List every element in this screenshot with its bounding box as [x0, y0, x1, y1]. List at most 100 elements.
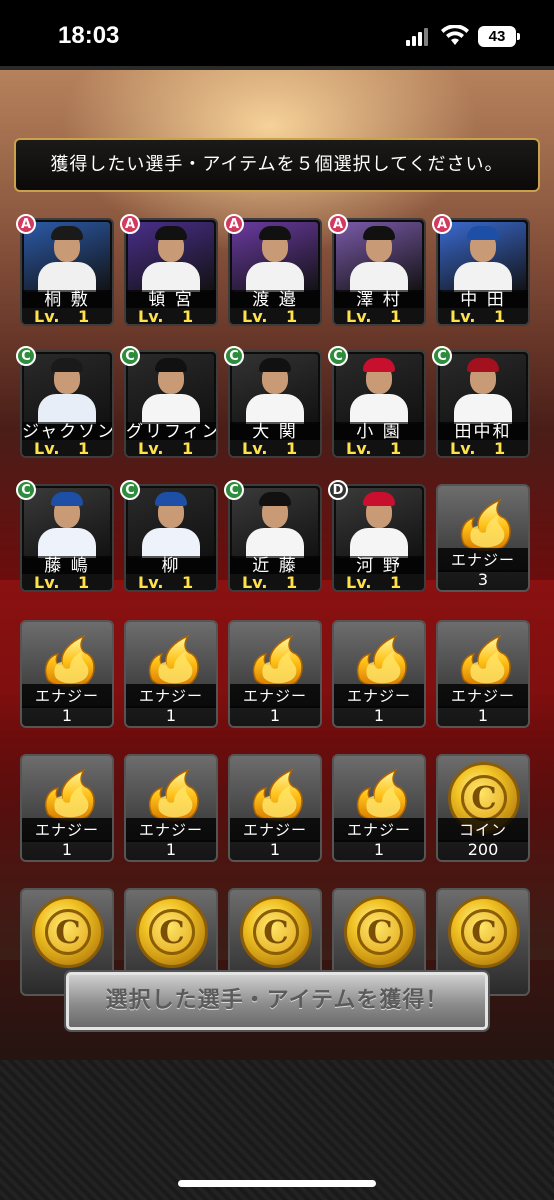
player-card[interactable]: 近 藤 Lv. 1 — [228, 484, 322, 592]
player-level: Lv. 1 — [438, 308, 528, 324]
player-photo — [24, 354, 110, 424]
signal-icon — [406, 28, 432, 46]
energy-item-card[interactable]: エナジー 1 — [20, 754, 114, 862]
player-level: Lv. 1 — [22, 574, 112, 590]
energy-flame-icon — [252, 634, 303, 687]
energy-item-card[interactable]: エナジー 1 — [124, 620, 218, 728]
item-label: エナジー — [126, 684, 216, 708]
wifi-icon — [441, 25, 469, 45]
item-quantity: 1 — [126, 840, 216, 860]
player-level: Lv. 1 — [230, 308, 320, 324]
rank-badge: A — [120, 214, 140, 234]
rank-badge: C — [120, 346, 140, 366]
energy-flame-icon — [148, 768, 199, 821]
player-photo — [128, 222, 214, 292]
player-card[interactable]: 桐 敷 Lv. 1 — [20, 218, 114, 326]
energy-item-card[interactable]: エナジー 1 — [436, 620, 530, 728]
rank-badge: C — [16, 346, 36, 366]
item-quantity: 1 — [334, 706, 424, 726]
coin-icon: C — [32, 896, 104, 968]
energy-flame-icon — [44, 634, 95, 687]
item-label: エナジー — [334, 684, 424, 708]
coin-icon: C — [240, 896, 312, 968]
item-quantity: 1 — [334, 840, 424, 860]
item-label: エナジー — [230, 818, 320, 842]
player-photo — [440, 354, 526, 424]
status-bar: 18:03 43 — [0, 0, 554, 66]
player-card[interactable]: 藤 嶋 Lv. 1 — [20, 484, 114, 592]
player-level: Lv. 1 — [438, 440, 528, 456]
energy-item-card[interactable]: エナジー 1 — [20, 620, 114, 728]
coin-icon: C — [344, 896, 416, 968]
player-level: Lv. 1 — [334, 574, 424, 590]
player-photo — [232, 354, 318, 424]
rank-badge: C — [328, 346, 348, 366]
home-indicator[interactable] — [178, 1180, 376, 1187]
energy-flame-icon — [356, 634, 407, 687]
player-level: Lv. 1 — [334, 440, 424, 456]
player-photo — [24, 222, 110, 292]
energy-item-card[interactable]: エナジー 3 — [436, 484, 530, 592]
player-card[interactable]: 田中和 Lv. 1 — [436, 350, 530, 458]
energy-flame-icon — [148, 634, 199, 687]
rank-badge: A — [16, 214, 36, 234]
item-label: エナジー — [126, 818, 216, 842]
item-quantity: 3 — [438, 570, 528, 590]
player-card[interactable]: 大 関 Lv. 1 — [228, 350, 322, 458]
rank-badge: A — [328, 214, 348, 234]
energy-flame-icon — [252, 768, 303, 821]
energy-flame-icon — [460, 634, 511, 687]
player-card[interactable]: 中 田 Lv. 1 — [436, 218, 530, 326]
player-card[interactable]: 澤 村 Lv. 1 — [332, 218, 426, 326]
item-quantity: 1 — [230, 706, 320, 726]
bottom-bar — [0, 1060, 554, 1200]
player-card[interactable]: 頓 宮 Lv. 1 — [124, 218, 218, 326]
coin-item-card[interactable]: C コイン 200 — [436, 754, 530, 862]
player-level: Lv. 1 — [126, 308, 216, 324]
player-photo — [336, 488, 422, 558]
item-quantity: 1 — [22, 840, 112, 860]
player-card[interactable]: 渡 邉 Lv. 1 — [228, 218, 322, 326]
player-card[interactable]: グリフィン Lv. 1 — [124, 350, 218, 458]
instruction-banner: 獲得したい選手・アイテムを５個選択してください。 — [14, 138, 540, 192]
item-label: コイン — [438, 818, 528, 842]
coin-icon: C — [136, 896, 208, 968]
energy-flame-icon — [44, 768, 95, 821]
rank-badge: C — [16, 480, 36, 500]
rank-badge: C — [432, 346, 452, 366]
item-label: エナジー — [22, 684, 112, 708]
item-label: エナジー — [438, 548, 528, 572]
player-card[interactable]: 柳 Lv. 1 — [124, 484, 218, 592]
rank-badge: A — [224, 214, 244, 234]
player-photo — [336, 354, 422, 424]
item-label: エナジー — [22, 818, 112, 842]
player-photo — [128, 354, 214, 424]
energy-item-card[interactable]: エナジー 1 — [332, 754, 426, 862]
energy-flame-icon — [460, 498, 511, 551]
item-label: エナジー — [438, 684, 528, 708]
energy-item-card[interactable]: エナジー 1 — [228, 754, 322, 862]
acquire-button[interactable]: 選択した選手・アイテムを獲得！ — [66, 972, 488, 1030]
item-quantity: 200 — [438, 840, 528, 860]
rank-badge: C — [120, 480, 140, 500]
player-photo — [440, 222, 526, 292]
status-time: 18:03 — [58, 22, 120, 49]
rank-badge: C — [224, 346, 244, 366]
player-level: Lv. 1 — [230, 440, 320, 456]
energy-item-card[interactable]: エナジー 1 — [332, 620, 426, 728]
item-label: エナジー — [230, 684, 320, 708]
player-photo — [336, 222, 422, 292]
player-level: Lv. 1 — [230, 574, 320, 590]
rank-badge: D — [328, 480, 348, 500]
energy-item-card[interactable]: エナジー 1 — [228, 620, 322, 728]
item-quantity: 1 — [126, 706, 216, 726]
player-level: Lv. 1 — [126, 574, 216, 590]
item-quantity: 1 — [22, 706, 112, 726]
player-card[interactable]: 河 野 Lv. 1 — [332, 484, 426, 592]
player-photo — [232, 222, 318, 292]
player-photo — [128, 488, 214, 558]
player-card[interactable]: 小 園 Lv. 1 — [332, 350, 426, 458]
player-card[interactable]: ジャクソン Lv. 1 — [20, 350, 114, 458]
item-quantity: 1 — [438, 706, 528, 726]
energy-item-card[interactable]: エナジー 1 — [124, 754, 218, 862]
